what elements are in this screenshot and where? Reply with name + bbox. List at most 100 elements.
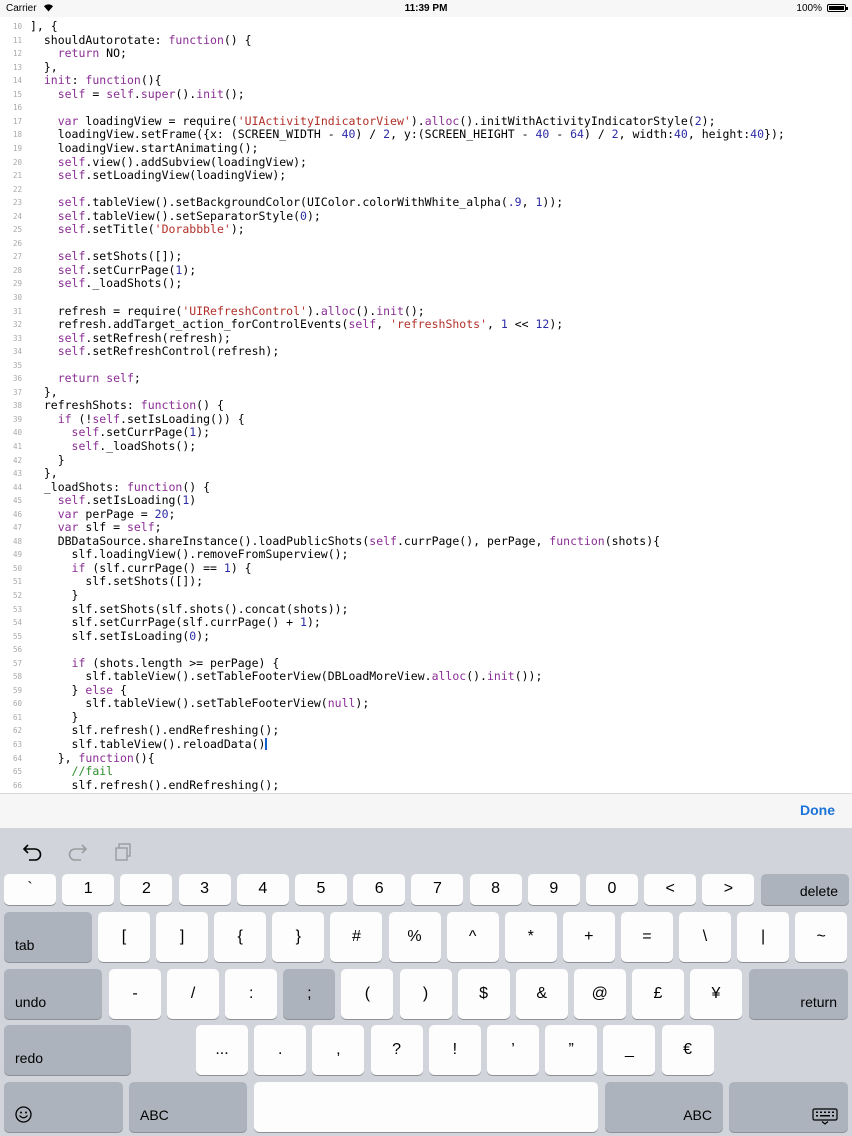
paste-clipboard-icon[interactable] — [113, 842, 133, 862]
return-key[interactable]: return — [749, 969, 848, 1019]
delete-key[interactable]: delete — [761, 874, 849, 905]
code-line[interactable]: 54 slf.setCurrPage(slf.currPage() + 1); — [0, 615, 852, 630]
key-row1-8[interactable]: 8 — [469, 874, 522, 905]
code-line[interactable]: 28 self.setCurrPage(1); — [0, 263, 852, 278]
key-row3-1[interactable]: / — [167, 969, 220, 1019]
key-row1-1[interactable]: 1 — [62, 874, 115, 905]
code-line[interactable]: 65 //fail — [0, 764, 852, 779]
code-line[interactable]: 55 slf.setIsLoading(0); — [0, 629, 852, 644]
code-line[interactable]: 31 refresh = require('UIRefreshControl')… — [0, 304, 852, 319]
code-line[interactable]: 26 — [0, 237, 852, 251]
code-line[interactable]: 51 slf.setShots([]); — [0, 575, 852, 589]
code-line[interactable]: 27 self.setShots([]); — [0, 250, 852, 264]
key-row3-9[interactable]: £ — [631, 969, 684, 1019]
code-line[interactable]: 59 } else { — [0, 683, 852, 698]
code-line[interactable]: 17 var loadingView = require('UIActivity… — [0, 114, 852, 129]
key-row1-11[interactable]: < — [644, 874, 697, 905]
code-line[interactable]: 24 self.tableView().setSeparatorStyle(0)… — [0, 209, 852, 224]
key-row4-8[interactable]: € — [661, 1025, 714, 1075]
code-line[interactable]: 63 slf.tableView().reloadData() — [0, 737, 852, 752]
key-row1-9[interactable]: 9 — [527, 874, 580, 905]
key-row2-5[interactable]: % — [388, 912, 441, 962]
code-line[interactable]: 37 }, — [0, 385, 852, 400]
abc-key-left[interactable]: ABC — [129, 1082, 247, 1132]
emoji-key[interactable] — [4, 1082, 123, 1132]
code-line[interactable]: 15 self = self.super().init(); — [0, 87, 852, 102]
code-line[interactable]: 50 if (slf.currPage() == 1) { — [0, 561, 852, 576]
redo-key[interactable]: redo — [4, 1025, 131, 1075]
code-line[interactable]: 21 self.setLoadingView(loadingView); — [0, 168, 852, 183]
key-row2-11[interactable]: | — [737, 912, 790, 962]
key-row2-1[interactable]: ] — [156, 912, 209, 962]
key-row3-7[interactable]: & — [515, 969, 568, 1019]
code-line[interactable]: 10], { — [0, 19, 852, 34]
key-row1-5[interactable]: 5 — [295, 874, 347, 905]
key-row4-2[interactable]: , — [312, 1025, 365, 1075]
code-line[interactable]: 34 self.setRefreshControl(refresh); — [0, 344, 852, 359]
code-line[interactable]: 30 — [0, 291, 852, 305]
code-line[interactable]: 33 self.setRefresh(refresh); — [0, 331, 852, 346]
key-row3-0[interactable]: - — [109, 969, 161, 1019]
code-line[interactable]: 25 self.setTitle('Dorabbble'); — [0, 222, 852, 237]
keyboard-dismiss-key[interactable] — [729, 1082, 848, 1132]
key-row2-10[interactable]: \ — [679, 912, 731, 962]
code-line[interactable]: 53 slf.setShots(slf.shots().concat(shots… — [0, 602, 852, 617]
code-line[interactable]: 32 refresh.addTarget_action_forControlEv… — [0, 317, 852, 332]
code-line[interactable]: 44 _loadShots: function() { — [0, 480, 852, 495]
code-line[interactable]: 62 slf.refresh().endRefreshing(); — [0, 724, 852, 738]
code-line[interactable]: 42 } — [0, 453, 852, 468]
key-row4-6[interactable]: ” — [545, 1025, 598, 1075]
key-row1-12[interactable]: > — [702, 874, 755, 905]
code-line[interactable]: 23 self.tableView().setBackgroundColor(U… — [0, 195, 852, 210]
key-row2-0[interactable]: [ — [98, 912, 150, 962]
code-line[interactable]: 66 slf.refresh().endRefreshing(); — [0, 778, 852, 793]
undo-key[interactable]: undo — [4, 969, 102, 1019]
key-row3-5[interactable]: ) — [399, 969, 452, 1019]
code-line[interactable]: 13 }, — [0, 60, 852, 75]
code-line[interactable]: 11 shouldAutorotate: function() { — [0, 33, 852, 48]
abc-key-right[interactable]: ABC — [605, 1082, 723, 1132]
code-line[interactable]: 36 return self; — [0, 371, 852, 386]
code-line[interactable]: 40 self.setCurrPage(1); — [0, 426, 852, 440]
code-line[interactable]: 41 self._loadShots(); — [0, 439, 852, 454]
tab-key[interactable]: tab — [4, 912, 92, 962]
key-row4-5[interactable]: ’ — [487, 1025, 539, 1075]
code-line[interactable]: 56 — [0, 643, 852, 657]
key-row4-4[interactable]: ! — [428, 1025, 481, 1075]
code-line[interactable]: 29 self._loadShots(); — [0, 277, 852, 291]
key-row1-0[interactable]: ` — [4, 874, 56, 905]
key-row3-8[interactable]: @ — [573, 969, 626, 1019]
code-line[interactable]: 45 self.setIsLoading(1) — [0, 493, 852, 508]
code-line[interactable]: 19 loadingView.startAnimating(); — [0, 141, 852, 156]
key-row3-3[interactable]: ; — [283, 969, 336, 1019]
code-line[interactable]: 64 }, function(){ — [0, 751, 852, 766]
code-editor[interactable]: 9 refresh10], {11 shouldAutorotate: func… — [0, 17, 852, 793]
key-row3-2[interactable]: : — [225, 969, 278, 1019]
code-line[interactable]: 47 var slf = self; — [0, 521, 852, 535]
code-line[interactable]: 48 DBDataSource.shareInstance().loadPubl… — [0, 534, 852, 549]
code-line[interactable]: 14 init: function(){ — [0, 73, 852, 88]
code-line[interactable]: 52 } — [0, 588, 852, 603]
code-line[interactable]: 22 — [0, 183, 852, 197]
key-row2-4[interactable]: # — [330, 912, 383, 962]
space-bar[interactable] — [254, 1082, 598, 1132]
key-row1-10[interactable]: 0 — [586, 874, 638, 905]
code-line[interactable]: 12 return NO; — [0, 46, 852, 61]
key-row2-9[interactable]: = — [620, 912, 673, 962]
code-line[interactable]: 60 slf.tableView().setTableFooterView(nu… — [0, 697, 852, 711]
key-row3-6[interactable]: $ — [457, 969, 510, 1019]
code-line[interactable]: 57 if (shots.length >= perPage) { — [0, 656, 852, 671]
key-row1-6[interactable]: 6 — [353, 874, 406, 905]
key-row3-4[interactable]: ( — [341, 969, 394, 1019]
code-line[interactable]: 49 slf.loadingView().removeFromSuperview… — [0, 548, 852, 562]
key-row4-0[interactable]: ... — [196, 1025, 248, 1075]
key-row2-8[interactable]: + — [562, 912, 615, 962]
code-line[interactable]: 39 if (!self.setIsLoading()) { — [0, 412, 852, 427]
code-line[interactable]: 58 slf.tableView().setTableFooterView(DB… — [0, 670, 852, 684]
key-row1-4[interactable]: 4 — [236, 874, 289, 905]
code-line[interactable]: 16 — [0, 101, 852, 115]
key-row2-12[interactable]: ~ — [795, 912, 848, 962]
key-row4-7[interactable]: _ — [603, 1025, 656, 1075]
key-row2-6[interactable]: ^ — [446, 912, 499, 962]
key-row1-3[interactable]: 3 — [178, 874, 231, 905]
